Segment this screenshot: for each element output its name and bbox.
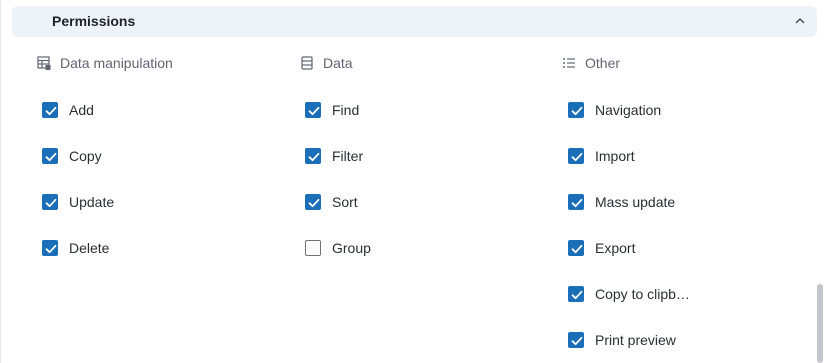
permission-update[interactable]: Update xyxy=(42,192,114,212)
column-header-data: Data xyxy=(300,54,353,72)
checkbox[interactable] xyxy=(305,102,321,118)
checkmark-icon xyxy=(45,198,57,208)
permission-label: Filter xyxy=(332,148,364,164)
checkbox[interactable] xyxy=(568,332,584,348)
permission-add[interactable]: Add xyxy=(42,100,94,120)
checkbox[interactable] xyxy=(42,102,58,118)
section-title: Permissions xyxy=(52,13,136,29)
permission-label: Group xyxy=(332,240,371,256)
column-title: Data xyxy=(323,55,353,71)
checkbox[interactable] xyxy=(305,240,321,256)
checkbox[interactable] xyxy=(42,148,58,164)
checkbox[interactable] xyxy=(42,194,58,210)
permission-export[interactable]: Export xyxy=(568,238,635,258)
permission-group[interactable]: Group xyxy=(305,238,371,258)
permission-find[interactable]: Find xyxy=(305,100,359,120)
table-edit-icon xyxy=(37,56,51,70)
column-title: Other xyxy=(585,55,621,71)
checkmark-icon xyxy=(571,244,583,254)
bullet-list-icon xyxy=(562,56,576,70)
permission-label: Copy xyxy=(69,148,102,164)
checkbox[interactable] xyxy=(568,148,584,164)
permission-label: Mass update xyxy=(595,194,676,210)
checkbox[interactable] xyxy=(568,194,584,210)
checkmark-icon xyxy=(571,290,583,300)
chevron-up-icon[interactable] xyxy=(793,14,807,28)
permission-filter[interactable]: Filter xyxy=(305,146,363,166)
checkmark-icon xyxy=(571,106,583,116)
column-header-other: Other xyxy=(562,54,620,72)
checkmark-icon xyxy=(571,198,583,208)
checkmark-icon xyxy=(45,244,57,254)
checkbox[interactable] xyxy=(568,102,584,118)
permission-sort[interactable]: Sort xyxy=(305,192,358,212)
section-header[interactable]: Permissions xyxy=(12,6,817,37)
checkmark-icon xyxy=(308,198,320,208)
permission-copy-to-clipboard[interactable]: Copy to clipb… xyxy=(568,284,690,304)
checkmark-icon xyxy=(571,336,583,346)
permission-label: Copy to clipb… xyxy=(595,286,690,302)
permission-import[interactable]: Import xyxy=(568,146,635,166)
scrollbar[interactable] xyxy=(817,0,823,363)
permission-delete[interactable]: Delete xyxy=(42,238,109,258)
permission-label: Delete xyxy=(69,240,110,256)
permission-label: Add xyxy=(69,102,94,118)
checkmark-icon xyxy=(45,106,57,116)
checkbox[interactable] xyxy=(568,240,584,256)
permissions-panel: Permissions Data manipulation Data Other… xyxy=(0,0,824,363)
permission-label: Update xyxy=(69,194,115,210)
checkmark-icon xyxy=(308,106,320,116)
column-header-data-manipulation: Data manipulation xyxy=(37,54,173,72)
permission-label: Export xyxy=(595,240,636,256)
permission-label: Find xyxy=(332,102,360,118)
checkmark-icon xyxy=(571,152,583,162)
permission-navigation[interactable]: Navigation xyxy=(568,100,661,120)
permission-copy[interactable]: Copy xyxy=(42,146,102,166)
permission-mass-update[interactable]: Mass update xyxy=(568,192,675,212)
checkbox[interactable] xyxy=(305,148,321,164)
checkbox[interactable] xyxy=(305,194,321,210)
permission-print-preview[interactable]: Print preview xyxy=(568,330,676,350)
checkmark-icon xyxy=(308,152,320,162)
list-box-icon xyxy=(300,56,314,70)
checkmark-icon xyxy=(45,152,57,162)
scrollbar-thumb[interactable] xyxy=(817,284,823,363)
permission-label: Navigation xyxy=(595,102,662,118)
permission-label: Print preview xyxy=(595,332,676,348)
permission-label: Import xyxy=(595,148,635,164)
checkbox[interactable] xyxy=(568,286,584,302)
column-title: Data manipulation xyxy=(60,55,173,71)
permission-label: Sort xyxy=(332,194,358,210)
checkbox[interactable] xyxy=(42,240,58,256)
